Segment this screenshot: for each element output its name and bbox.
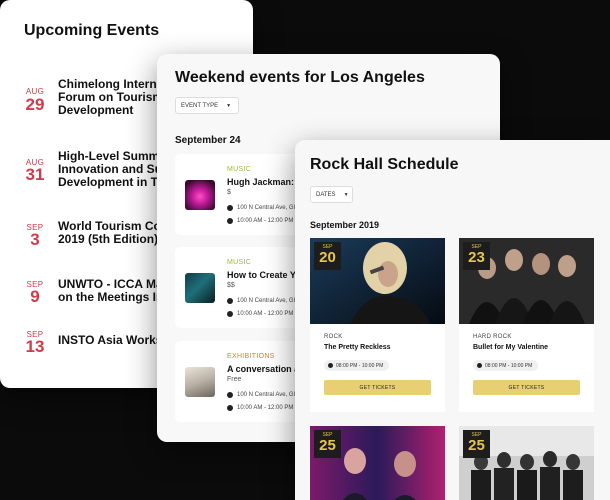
clock-icon bbox=[227, 405, 233, 411]
event-category: MUSIC bbox=[227, 166, 252, 173]
event-thumbnail bbox=[185, 367, 215, 397]
event-day: 3 bbox=[30, 230, 40, 249]
dates-dropdown[interactable]: DATES ▼ bbox=[310, 186, 353, 203]
badge-day: 25 bbox=[319, 437, 336, 454]
weekend-date-heading: September 24 bbox=[175, 135, 241, 146]
show-card[interactable]: SEP 20 ROCK The Pretty Reckless 08:00 PM… bbox=[310, 238, 445, 412]
clock-icon bbox=[227, 218, 233, 224]
show-card[interactable]: SEP 23 HARD ROCK Bullet for My Valentine… bbox=[459, 238, 594, 412]
time-text: 08:00 PM - 10:00 PM bbox=[336, 362, 384, 369]
time-text: 10:00 AM - 12:00 PM bbox=[237, 218, 294, 224]
show-genre: HARD ROCK bbox=[473, 334, 512, 340]
location-pin-icon bbox=[227, 298, 233, 304]
location-pin-icon bbox=[227, 205, 233, 211]
event-day: 29 bbox=[25, 95, 45, 114]
clock-icon bbox=[477, 363, 482, 368]
date-badge: SEP 25 bbox=[314, 430, 341, 458]
show-time: 08:00 PM - 10:00 PM bbox=[473, 360, 539, 371]
event-category: EXHIBITIONS bbox=[227, 353, 275, 360]
event-time: 10:00 AM - 12:00 PM bbox=[227, 405, 293, 411]
badge-day: 20 bbox=[319, 249, 336, 266]
show-band: The Pretty Reckless bbox=[324, 344, 391, 351]
show-card[interactable]: SEP 25 bbox=[310, 426, 445, 500]
event-price: $ bbox=[227, 189, 231, 196]
rock-hall-card: Rock Hall Schedule DATES ▼ September 201… bbox=[295, 140, 610, 500]
caret-down-icon: ▼ bbox=[343, 191, 349, 198]
date-badge: SEP 23 bbox=[463, 242, 490, 270]
dates-label: DATES bbox=[316, 191, 336, 198]
show-time: 08:00 PM - 10:00 PM bbox=[324, 360, 390, 371]
show-band: Bullet for My Valentine bbox=[473, 344, 549, 351]
event-type-label: EVENT TYPE bbox=[181, 102, 219, 109]
event-price: Free bbox=[227, 376, 242, 383]
event-day: 9 bbox=[30, 287, 40, 306]
caret-down-icon: ▼ bbox=[226, 102, 232, 109]
date-badge: SEP 20 bbox=[314, 242, 341, 270]
get-tickets-button[interactable]: GET TICKETS bbox=[473, 380, 580, 395]
time-text: 10:00 AM - 12:00 PM bbox=[237, 311, 294, 317]
rock-hall-date-heading: September 2019 bbox=[310, 220, 380, 230]
time-text: 10:00 AM - 12:00 PM bbox=[237, 405, 294, 411]
event-thumbnail bbox=[185, 180, 215, 210]
event-type-dropdown[interactable]: EVENT TYPE ▼ bbox=[175, 97, 239, 114]
rock-hall-title: Rock Hall Schedule bbox=[310, 156, 459, 173]
clock-icon bbox=[328, 363, 333, 368]
badge-day: 25 bbox=[468, 437, 485, 454]
weekend-events-title: Weekend events for Los Angeles bbox=[175, 69, 425, 86]
show-card[interactable]: SEP 25 bbox=[459, 426, 594, 500]
badge-day: 23 bbox=[468, 249, 485, 266]
event-category: MUSIC bbox=[227, 259, 252, 266]
event-time: 10:00 AM - 12:00 PM bbox=[227, 311, 293, 317]
upcoming-events-title: Upcoming Events bbox=[24, 22, 160, 39]
event-day: 31 bbox=[25, 165, 45, 184]
event-price: $$ bbox=[227, 282, 235, 289]
get-tickets-button[interactable]: GET TICKETS bbox=[324, 380, 431, 395]
event-time: 10:00 AM - 12:00 PM bbox=[227, 218, 293, 224]
location-pin-icon bbox=[227, 392, 233, 398]
event-thumbnail bbox=[185, 273, 215, 303]
time-text: 08:00 PM - 10:00 PM bbox=[485, 362, 533, 369]
clock-icon bbox=[227, 311, 233, 317]
show-genre: ROCK bbox=[324, 334, 343, 340]
event-day: 13 bbox=[25, 337, 45, 356]
date-badge: SEP 25 bbox=[463, 430, 490, 458]
